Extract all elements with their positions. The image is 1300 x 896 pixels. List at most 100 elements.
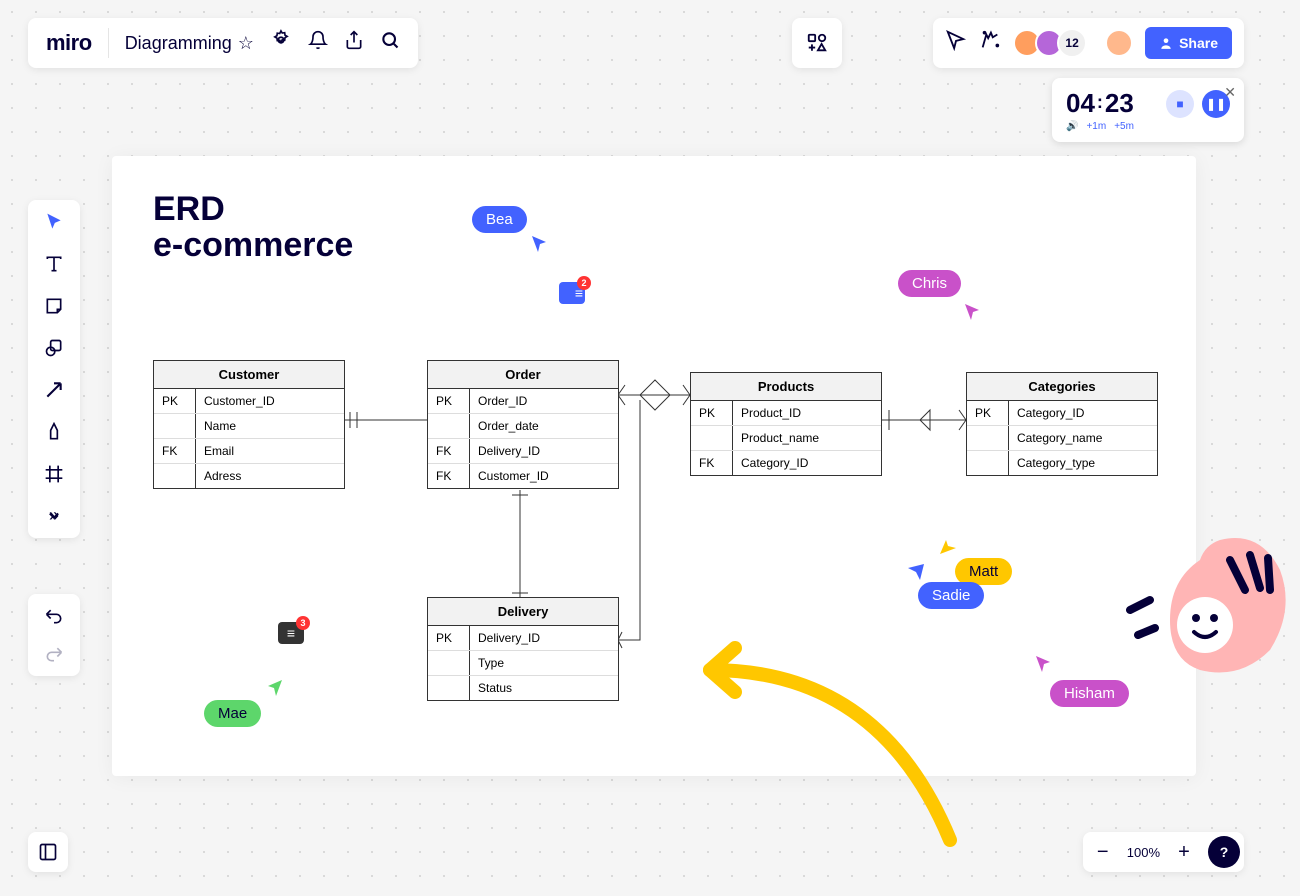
key-cell: FK xyxy=(154,439,196,463)
drawn-arrow[interactable] xyxy=(680,630,960,850)
entity-row: PKOrder_ID xyxy=(428,389,618,413)
undo-button[interactable] xyxy=(44,606,64,626)
export-icon[interactable] xyxy=(344,30,364,56)
field-cell: Delivery_ID xyxy=(470,626,618,650)
left-toolbar: » xyxy=(28,200,80,538)
field-cell: Order_date xyxy=(470,414,618,438)
entity-header: Customer xyxy=(154,361,344,389)
entity-row: PKDelivery_ID xyxy=(428,626,618,650)
collaborator-avatars[interactable]: 12 xyxy=(1013,28,1087,58)
cursor-hisham: Hisham xyxy=(1050,680,1129,707)
field-cell: Customer_ID xyxy=(470,464,618,488)
settings-icon[interactable] xyxy=(270,29,292,57)
comment-count: 2 xyxy=(577,276,591,290)
entity-row: Status xyxy=(428,675,618,700)
entity-body: PKProduct_IDProduct_nameFKCategory_ID xyxy=(691,401,881,475)
key-cell xyxy=(967,426,1009,450)
select-tool[interactable] xyxy=(44,212,64,232)
key-cell: PK xyxy=(428,389,470,413)
comment-icon[interactable]: ≡ 3 xyxy=(278,622,304,644)
field-cell: Category_type xyxy=(1009,451,1157,475)
entity-categories[interactable]: Categories PKCategory_IDCategory_nameCat… xyxy=(966,372,1158,476)
app-logo[interactable]: miro xyxy=(46,30,92,56)
reactions-icon[interactable] xyxy=(979,29,1001,57)
timer-display: 04 : 23 xyxy=(1066,88,1134,119)
entity-row: Type xyxy=(428,650,618,675)
entity-row: PKCustomer_ID xyxy=(154,389,344,413)
entity-row: Product_name xyxy=(691,425,881,450)
zoom-level[interactable]: 100% xyxy=(1123,845,1164,860)
search-icon[interactable] xyxy=(380,30,400,56)
entity-order[interactable]: Order PKOrder_IDOrder_dateFKDelivery_IDF… xyxy=(427,360,619,489)
entity-header: Delivery xyxy=(428,598,618,626)
redo-button[interactable] xyxy=(44,644,64,664)
entity-products[interactable]: Products PKProduct_IDProduct_nameFKCateg… xyxy=(690,372,882,476)
key-cell xyxy=(691,426,733,450)
entity-row: PKProduct_ID xyxy=(691,401,881,425)
key-cell xyxy=(154,414,196,438)
field-cell: Type xyxy=(470,651,618,675)
field-cell: Adress xyxy=(196,464,344,488)
add-5m-button[interactable]: +5m xyxy=(1114,121,1134,132)
cursor-tracking-icon[interactable] xyxy=(945,29,967,57)
text-tool[interactable] xyxy=(44,254,64,274)
sound-icon[interactable]: 🔊 xyxy=(1066,121,1078,132)
field-cell: Status xyxy=(470,676,618,700)
entity-row: FKCustomer_ID xyxy=(428,463,618,488)
shape-tool[interactable] xyxy=(44,338,64,358)
field-cell: Category_ID xyxy=(733,451,881,475)
help-button[interactable]: ? xyxy=(1208,836,1240,868)
close-icon[interactable]: ✕ xyxy=(1224,84,1236,101)
diagram-title[interactable]: ERD e-commerce xyxy=(153,192,353,263)
entity-row: Category_name xyxy=(967,425,1157,450)
frame-tool[interactable] xyxy=(44,464,64,484)
timer-minutes: 04 xyxy=(1066,88,1095,119)
comment-icon[interactable]: ≡ 2 xyxy=(559,282,585,304)
frames-panel-button[interactable] xyxy=(28,832,68,872)
divider xyxy=(108,28,109,58)
notifications-icon[interactable] xyxy=(308,30,328,56)
entity-row: FKCategory_ID xyxy=(691,450,881,475)
entity-row: FKDelivery_ID xyxy=(428,438,618,463)
facilitator-avatar[interactable] xyxy=(1105,29,1133,57)
key-cell xyxy=(428,651,470,675)
key-cell: FK xyxy=(428,464,470,488)
arrow-tool[interactable] xyxy=(44,380,64,400)
topbar-left: miro Diagramming ☆ xyxy=(28,18,418,68)
zoom-controls: − 100% + ? xyxy=(1083,832,1244,872)
timer-widget: ✕ 04 : 23 ■ ❚❚ 🔊 +1m +5m xyxy=(1052,78,1244,142)
entity-header: Order xyxy=(428,361,618,389)
sticky-tool[interactable] xyxy=(44,296,64,316)
field-cell: Product_name xyxy=(733,426,881,450)
key-cell xyxy=(428,414,470,438)
add-1m-button[interactable]: +1m xyxy=(1086,121,1106,132)
entity-row: Category_type xyxy=(967,450,1157,475)
field-cell: Order_ID xyxy=(470,389,618,413)
zoom-out-button[interactable]: − xyxy=(1087,836,1119,868)
timer-stop-button[interactable]: ■ xyxy=(1166,90,1194,118)
cursor-sadie: Sadie xyxy=(918,582,984,609)
entity-row: Adress xyxy=(154,463,344,488)
key-cell: PK xyxy=(691,401,733,425)
avatar-overflow[interactable]: 12 xyxy=(1057,28,1087,58)
sticker-ok-hand[interactable] xyxy=(1120,520,1300,705)
cursor-matt: Matt xyxy=(955,558,1012,585)
entity-delivery[interactable]: Delivery PKDelivery_IDTypeStatus xyxy=(427,597,619,701)
share-label: Share xyxy=(1179,35,1218,51)
timer-controls: 🔊 +1m +5m xyxy=(1066,121,1230,132)
key-cell: PK xyxy=(428,626,470,650)
more-tools[interactable]: » xyxy=(44,506,64,526)
entity-customer[interactable]: Customer PKCustomer_IDNameFKEmailAdress xyxy=(153,360,345,489)
board-name[interactable]: Diagramming ☆ xyxy=(125,33,254,54)
field-cell: Product_ID xyxy=(733,401,881,425)
timer-seconds: 23 xyxy=(1105,88,1134,119)
star-icon[interactable]: ☆ xyxy=(238,33,254,54)
entity-row: FKEmail xyxy=(154,438,344,463)
apps-button[interactable] xyxy=(792,18,842,68)
zoom-in-button[interactable]: + xyxy=(1168,836,1200,868)
pen-tool[interactable] xyxy=(44,422,64,442)
share-button[interactable]: Share xyxy=(1145,27,1232,59)
field-cell: Customer_ID xyxy=(196,389,344,413)
topbar-right: 12 Share xyxy=(933,18,1244,68)
field-cell: Category_name xyxy=(1009,426,1157,450)
